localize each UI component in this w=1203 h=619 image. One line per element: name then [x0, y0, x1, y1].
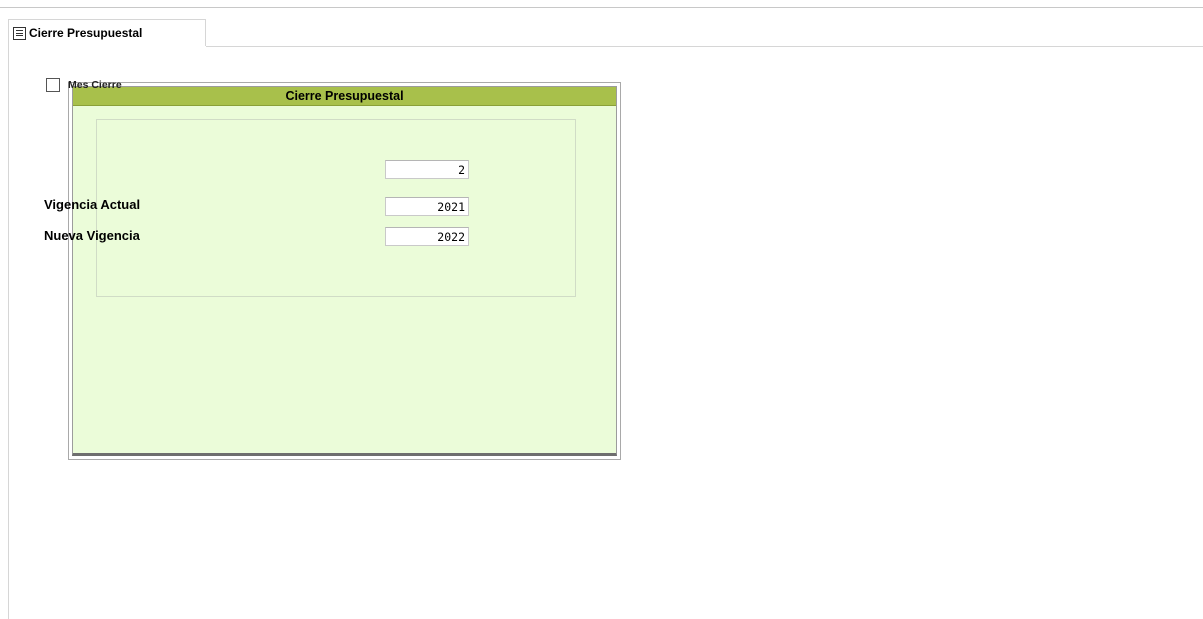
nueva-vigencia-label: Nueva Vigencia [44, 228, 140, 243]
top-divider [0, 7, 1203, 8]
app-window: Cierre Presupuestal Cierre Presupuestal … [0, 0, 1203, 619]
mes-cierre-checkbox[interactable] [46, 78, 60, 92]
tab-label: Cierre Presupuestal [29, 26, 143, 40]
mes-cierre-label: Mes Cierre [68, 79, 122, 91]
panel-body: Cierre Presupuestal [72, 86, 617, 456]
vigencia-actual-input[interactable] [385, 197, 469, 216]
left-divider [8, 46, 9, 619]
mes-cierre-input[interactable] [385, 160, 469, 179]
form-list-icon [13, 26, 26, 40]
vigencia-actual-label: Vigencia Actual [44, 197, 141, 212]
tab-cierre-presupuestal[interactable]: Cierre Presupuestal [8, 19, 206, 46]
fields-group-box [96, 119, 576, 297]
nueva-vigencia-input[interactable] [385, 227, 469, 246]
cierre-presupuestal-panel: Cierre Presupuestal [68, 82, 621, 460]
tabstrip-divider [206, 46, 1203, 47]
panel-title: Cierre Presupuestal [73, 87, 616, 106]
